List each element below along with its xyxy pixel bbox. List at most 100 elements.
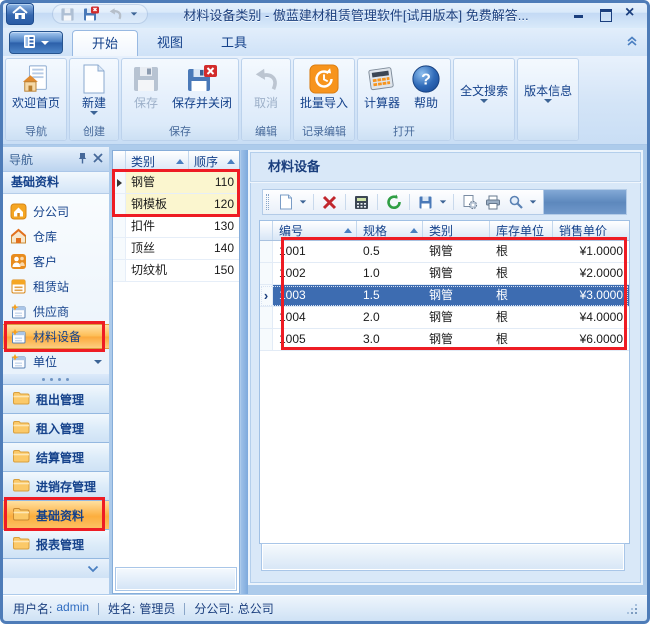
fulltext-search-button[interactable]: 全文搜索 bbox=[457, 83, 511, 104]
sidebar-item-label: 租赁站 bbox=[33, 278, 69, 295]
status-name-value: 管理员 bbox=[139, 600, 175, 617]
table-row[interactable]: 扣件 130 bbox=[113, 216, 239, 238]
sidebar-item-branch[interactable]: 分公司 bbox=[3, 199, 109, 224]
save-and-close-icon[interactable] bbox=[82, 6, 100, 22]
nav-item-list: 分公司 仓库 客户 租赁站 bbox=[3, 194, 109, 374]
table-row[interactable]: 1001 0.5 钢管 根 ¥1.0000 bbox=[260, 241, 629, 263]
ribbon-collapse-icon[interactable] bbox=[626, 35, 638, 50]
nav-group-basic-data[interactable]: 基础资料 bbox=[3, 500, 109, 529]
chevron-down-icon[interactable] bbox=[440, 200, 446, 203]
new-button[interactable]: 新建 bbox=[73, 62, 115, 116]
cell-category: 扣件 bbox=[126, 216, 189, 237]
help-button[interactable]: ? 帮助 bbox=[405, 62, 447, 111]
welcome-home-icon bbox=[20, 63, 52, 95]
refresh-icon[interactable] bbox=[384, 193, 403, 212]
application-menu-button[interactable] bbox=[9, 31, 63, 54]
calculator-icon[interactable] bbox=[352, 193, 371, 212]
cell-category: 钢模板 bbox=[126, 194, 189, 215]
toolbar-grip[interactable] bbox=[266, 194, 269, 210]
tab-view[interactable]: 视图 bbox=[138, 30, 202, 56]
nav-group-rent-out[interactable]: 租出管理 bbox=[3, 384, 109, 413]
chevron-down-icon[interactable] bbox=[94, 360, 102, 364]
cell-category: 顶丝 bbox=[126, 238, 189, 259]
batch-import-button[interactable]: 批量导入 bbox=[297, 62, 351, 111]
detail-panel-footer bbox=[261, 543, 625, 571]
nav-overflow-bar[interactable] bbox=[3, 558, 109, 578]
rental-station-icon bbox=[10, 278, 27, 295]
row-pointer-icon bbox=[117, 179, 122, 187]
table-row[interactable]: 切纹机 150 bbox=[113, 260, 239, 282]
save-and-close-button[interactable]: 保存并关闭 bbox=[169, 62, 235, 111]
minimize-button[interactable] bbox=[572, 8, 586, 20]
nav-splitter-handle[interactable] bbox=[3, 374, 109, 384]
export-icon[interactable] bbox=[416, 193, 435, 212]
quick-access-toolbar bbox=[52, 4, 148, 24]
vertical-splitter[interactable] bbox=[241, 150, 248, 594]
cell-order: 110 bbox=[189, 172, 239, 193]
chevron-down-icon[interactable] bbox=[530, 200, 536, 203]
save-icon[interactable] bbox=[58, 6, 76, 22]
column-header-spec[interactable]: 规格 bbox=[357, 221, 423, 240]
ribbon-group-navigation: 欢迎首页 导航 bbox=[5, 58, 67, 141]
cell-spec: 2.0 bbox=[357, 307, 423, 328]
batch-import-icon bbox=[308, 63, 340, 95]
table-row[interactable]: 1005 3.0 钢管 根 ¥6.0000 bbox=[260, 329, 629, 351]
sidebar-item-supplier[interactable]: 供应商 bbox=[3, 299, 109, 324]
tab-start[interactable]: 开始 bbox=[72, 30, 138, 56]
column-header-stock-unit[interactable]: 库存单位 bbox=[490, 221, 553, 240]
material-table: 编号 规格 类别 库存单位 销售单价 1001 bbox=[259, 220, 630, 544]
nav-group-rent-in[interactable]: 租入管理 bbox=[3, 413, 109, 442]
sidebar-item-customer[interactable]: 客户 bbox=[3, 249, 109, 274]
column-label: 库存单位 bbox=[496, 222, 544, 239]
tab-tools[interactable]: 工具 bbox=[202, 30, 266, 56]
button-label: 计算器 bbox=[364, 96, 400, 110]
table-row[interactable]: 1004 2.0 钢管 根 ¥4.0000 bbox=[260, 307, 629, 329]
sidebar-item-warehouse[interactable]: 仓库 bbox=[3, 224, 109, 249]
calculator-button[interactable]: 计算器 bbox=[361, 62, 403, 111]
undo-icon[interactable] bbox=[106, 6, 124, 22]
nav-group-settlement[interactable]: 结算管理 bbox=[3, 442, 109, 471]
cell-category: 钢管 bbox=[423, 307, 490, 328]
version-info-button[interactable]: 版本信息 bbox=[521, 83, 575, 104]
table-row-selected[interactable]: 1003 1.5 钢管 根 ¥3.0000 bbox=[260, 285, 629, 307]
qat-dropdown-icon[interactable] bbox=[131, 12, 137, 15]
resize-grip[interactable] bbox=[627, 604, 637, 614]
status-branch-value: 总公司 bbox=[238, 600, 274, 617]
print-icon[interactable] bbox=[483, 193, 502, 212]
button-label: 保存并关闭 bbox=[172, 96, 232, 110]
pin-icon[interactable] bbox=[77, 152, 88, 167]
page-setup-icon[interactable] bbox=[460, 193, 479, 212]
button-label: 帮助 bbox=[414, 96, 438, 110]
cell-stock-unit: 根 bbox=[490, 241, 553, 262]
table-row[interactable]: 钢模板 120 bbox=[113, 194, 239, 216]
folder-icon bbox=[12, 477, 30, 495]
column-header-category[interactable]: 类别 bbox=[423, 221, 490, 240]
cell-stock-unit: 根 bbox=[490, 329, 553, 350]
table-row[interactable]: 1002 1.0 钢管 根 ¥2.0000 bbox=[260, 263, 629, 285]
column-header-category[interactable]: 类别 bbox=[126, 151, 189, 171]
ribbon-group-fulltext-search: 全文搜索 bbox=[453, 58, 515, 141]
nav-group-reports[interactable]: 报表管理 bbox=[3, 529, 109, 558]
app-home-button[interactable] bbox=[6, 3, 34, 25]
close-icon[interactable] bbox=[93, 152, 103, 166]
sidebar-item-unit[interactable]: 单位 bbox=[3, 349, 109, 374]
table-row[interactable]: 钢管 110 bbox=[113, 172, 239, 194]
column-label: 编号 bbox=[279, 222, 303, 239]
delete-icon[interactable] bbox=[320, 193, 339, 212]
chevron-down-icon bbox=[41, 41, 49, 45]
row-selector bbox=[260, 285, 273, 306]
nav-group-inventory[interactable]: 进销存管理 bbox=[3, 471, 109, 500]
table-row[interactable]: 顶丝 140 bbox=[113, 238, 239, 260]
welcome-home-button[interactable]: 欢迎首页 bbox=[9, 62, 63, 111]
maximize-button[interactable] bbox=[598, 8, 612, 20]
sidebar-item-rental-station[interactable]: 租赁站 bbox=[3, 274, 109, 299]
preview-icon[interactable] bbox=[506, 193, 525, 212]
title-bar: 材料设备类别 - 傲蓝建材租赁管理软件[试用版本] 免费解答... bbox=[0, 0, 650, 28]
chevron-down-icon[interactable] bbox=[300, 200, 306, 203]
new-document-icon[interactable] bbox=[276, 193, 295, 212]
column-header-order[interactable]: 顺序 bbox=[189, 151, 239, 171]
close-button[interactable] bbox=[624, 8, 638, 20]
column-header-code[interactable]: 编号 bbox=[273, 221, 357, 240]
sidebar-item-material-equipment[interactable]: 材料设备 bbox=[3, 324, 109, 349]
column-header-sale-price[interactable]: 销售单价 bbox=[553, 221, 629, 240]
